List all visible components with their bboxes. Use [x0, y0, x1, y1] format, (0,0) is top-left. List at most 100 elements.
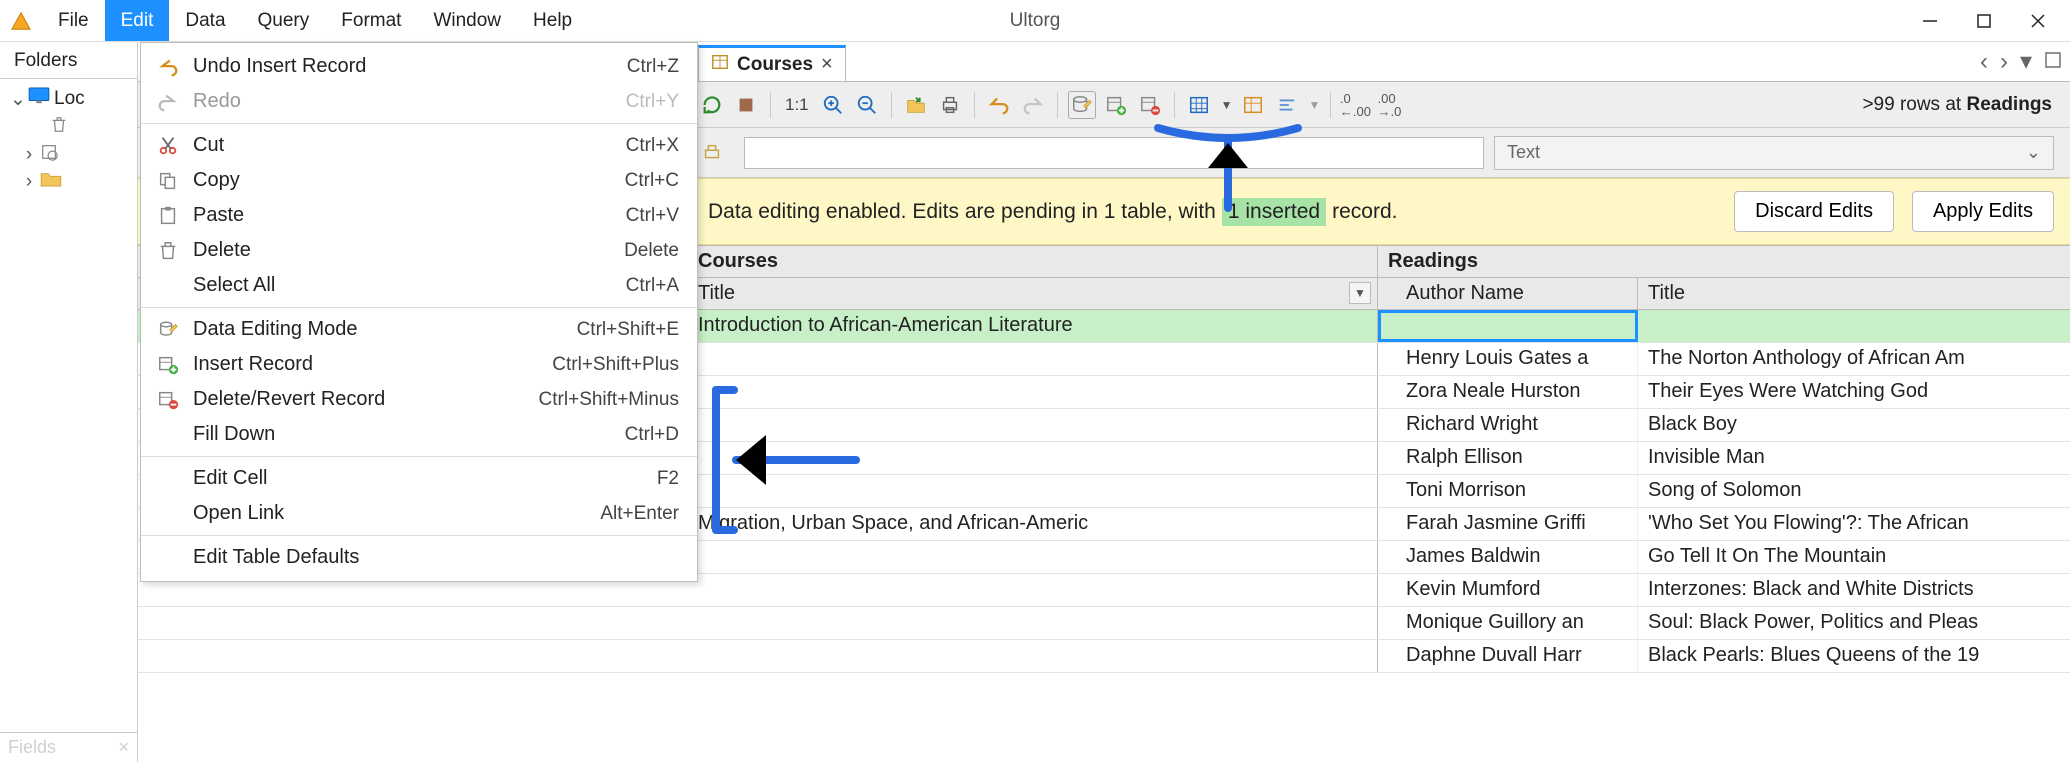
cell-reading-title[interactable]: Invisible Man [1638, 442, 2070, 474]
cell-reading-title[interactable] [1638, 310, 2070, 342]
menu-item-label: Edit Cell [183, 467, 657, 490]
open-icon[interactable] [902, 91, 930, 119]
tab-close-icon[interactable]: × [821, 53, 833, 76]
zoom-out-icon[interactable] [853, 91, 881, 119]
cell-reading-title[interactable]: 'Who Set You Flowing'?: The African [1638, 508, 2070, 540]
cell-author-name[interactable]: Kevin Mumford [1378, 574, 1638, 606]
zoom-ratio: 1:1 [781, 95, 813, 115]
menu-item-label: Copy [183, 169, 625, 192]
menu-item-insert-record[interactable]: Insert RecordCtrl+Shift+Plus [141, 347, 697, 382]
menu-item-undo-insert-record[interactable]: Undo Insert RecordCtrl+Z [141, 49, 697, 84]
cell-reading-title[interactable]: Go Tell It On The Mountain [1638, 541, 2070, 573]
menu-item-paste[interactable]: PasteCtrl+V [141, 198, 697, 233]
menu-data[interactable]: Data [169, 0, 241, 41]
column-menu-icon[interactable]: ▼ [1349, 282, 1371, 304]
menu-item-copy[interactable]: CopyCtrl+C [141, 163, 697, 198]
undo-icon[interactable] [985, 91, 1013, 119]
align-icon[interactable] [1273, 91, 1301, 119]
menu-item-shortcut: Ctrl+Shift+Plus [552, 354, 679, 376]
menu-window[interactable]: Window [417, 0, 517, 41]
close-icon[interactable]: × [118, 737, 129, 758]
menu-edit[interactable]: Edit [105, 0, 170, 41]
notice-text-after: record. [1332, 200, 1397, 224]
chevron-down-icon[interactable]: ▼ [1307, 98, 1321, 112]
cell-reading-title[interactable]: Soul: Black Power, Politics and Pleas [1638, 607, 2070, 639]
menu-format[interactable]: Format [325, 0, 417, 41]
cut-icon [157, 135, 183, 157]
grid-row[interactable]: Daphne Duvall HarrBlack Pearls: Blues Qu… [138, 640, 2070, 673]
cell-author-name[interactable]: Henry Louis Gates a [1378, 343, 1638, 375]
increase-decimals-icon[interactable]: .00→.0 [1375, 91, 1403, 119]
cell-author-name[interactable]: Farah Jasmine Griffi [1378, 508, 1638, 540]
menu-help[interactable]: Help [517, 0, 588, 41]
cell-author-name[interactable]: Zora Neale Hurston [1378, 376, 1638, 408]
menu-item-edit-table-defaults[interactable]: Edit Table Defaults [141, 540, 697, 575]
redo-icon[interactable] [1019, 91, 1047, 119]
type-selector[interactable]: Text ⌄ [1494, 136, 2054, 170]
cell-reading-title[interactable]: Their Eyes Were Watching God [1638, 376, 2070, 408]
maximize-button[interactable] [1974, 11, 1994, 31]
formula-input[interactable] [744, 137, 1484, 169]
cell-course-title[interactable] [138, 607, 1378, 639]
form-mode-icon[interactable] [1239, 91, 1267, 119]
print-icon[interactable] [936, 91, 964, 119]
data-editing-icon[interactable] [1068, 91, 1096, 119]
cell-author-name[interactable]: Monique Guillory an [1378, 607, 1638, 639]
menu-item-label: Delete/Revert Record [183, 388, 539, 411]
refresh-icon[interactable] [698, 91, 726, 119]
column-header-reading-title[interactable]: Title [1638, 278, 2070, 309]
stop-icon[interactable] [732, 91, 760, 119]
menu-item-delete-revert-record[interactable]: Delete/Revert RecordCtrl+Shift+Minus [141, 382, 697, 417]
tree-item-folder[interactable]: › [0, 169, 137, 195]
cell-reading-title[interactable]: Song of Solomon [1638, 475, 2070, 507]
undo-icon [157, 56, 183, 78]
menu-item-data-editing-mode[interactable]: Data Editing ModeCtrl+Shift+E [141, 312, 697, 347]
cell-author-name[interactable]: Richard Wright [1378, 409, 1638, 441]
cell-course-title[interactable] [138, 640, 1378, 672]
table-mode-icon[interactable] [1185, 91, 1213, 119]
discard-edits-button[interactable]: Discard Edits [1734, 191, 1894, 232]
cell-author-name[interactable]: Daphne Duvall Harr [1378, 640, 1638, 672]
monitor-icon [28, 87, 50, 111]
tree-item-trash[interactable] [0, 113, 137, 141]
titlebar: FileEditDataQueryFormatWindowHelp Ultorg [0, 0, 2070, 42]
maximize-panel-icon[interactable] [2044, 48, 2062, 76]
cell-author-name[interactable] [1378, 310, 1638, 342]
menu-item-select-all[interactable]: Select AllCtrl+A [141, 268, 697, 303]
tab-next-icon[interactable]: › [2000, 48, 2008, 76]
menu-item-shortcut: Ctrl+D [625, 424, 679, 446]
tab-courses[interactable]: Courses × [698, 45, 846, 81]
cell-reading-title[interactable]: Black Pearls: Blues Queens of the 19 [1638, 640, 2070, 672]
delete-record-icon[interactable] [1136, 91, 1164, 119]
menu-item-fill-down[interactable]: Fill DownCtrl+D [141, 417, 697, 452]
print-small-icon[interactable] [698, 139, 726, 167]
cell-author-name[interactable]: Toni Morrison [1378, 475, 1638, 507]
menu-file[interactable]: File [42, 0, 105, 41]
paste-icon [157, 205, 183, 227]
menu-item-delete[interactable]: DeleteDelete [141, 233, 697, 268]
apply-edits-button[interactable]: Apply Edits [1912, 191, 2054, 232]
tree-root[interactable]: ⌄ Loc [0, 85, 137, 113]
tab-prev-icon[interactable]: ‹ [1980, 48, 1988, 76]
insert-record-icon[interactable] [1102, 91, 1130, 119]
zoom-in-icon[interactable] [819, 91, 847, 119]
cell-reading-title[interactable]: Black Boy [1638, 409, 2070, 441]
grid-row[interactable]: Monique Guillory anSoul: Black Power, Po… [138, 607, 2070, 640]
decrease-decimals-icon[interactable]: .0←.00 [1341, 91, 1369, 119]
chevron-down-icon[interactable]: ▼ [1219, 98, 1233, 112]
cell-reading-title[interactable]: Interzones: Black and White Districts [1638, 574, 2070, 606]
cell-author-name[interactable]: James Baldwin [1378, 541, 1638, 573]
close-button[interactable] [2028, 11, 2048, 31]
menu-item-label: Insert Record [183, 353, 552, 376]
menu-query[interactable]: Query [242, 0, 326, 41]
menu-item-shortcut: Delete [624, 240, 679, 262]
column-header-author[interactable]: Author Name [1378, 278, 1638, 309]
tree-item-recent[interactable]: › [0, 141, 137, 169]
menu-item-cut[interactable]: CutCtrl+X [141, 128, 697, 163]
menu-item-edit-cell[interactable]: Edit CellF2 [141, 461, 697, 496]
minimize-button[interactable] [1920, 11, 1940, 31]
menu-item-open-link[interactable]: Open LinkAlt+Enter [141, 496, 697, 531]
cell-author-name[interactable]: Ralph Ellison [1378, 442, 1638, 474]
tab-list-icon[interactable]: ▾ [2020, 47, 2032, 76]
cell-reading-title[interactable]: The Norton Anthology of African Am [1638, 343, 2070, 375]
